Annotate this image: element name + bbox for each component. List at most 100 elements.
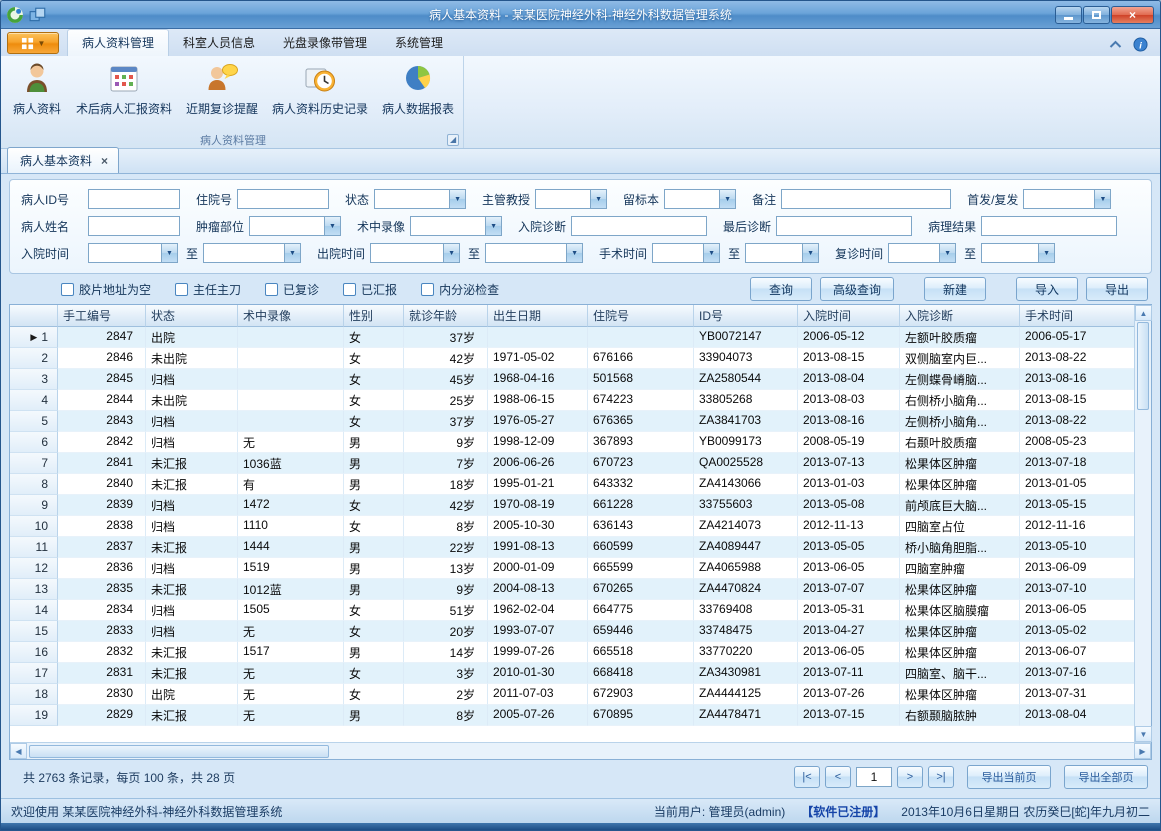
table-row[interactable]: 162832未汇报1517男14岁1999-07-266655183377022… [10, 642, 1134, 663]
table-row[interactable]: 122836归档1519男13岁2000-01-09665599ZA406598… [10, 558, 1134, 579]
final-diagnosis-input[interactable] [776, 216, 912, 236]
revisit-reminder-button[interactable]: 近期复诊提醒 [179, 58, 265, 120]
query-button[interactable]: 查询 [750, 277, 812, 301]
dropdown-arrow-icon[interactable]: ▼ [161, 244, 177, 262]
grid-column-header[interactable]: 就诊年龄 [404, 305, 488, 327]
vertical-scrollbar[interactable]: ▲ ▼ [1134, 305, 1151, 742]
professor-select[interactable]: ▼ [535, 189, 607, 209]
surgery-to-select[interactable]: ▼ [745, 243, 819, 263]
specimen-select[interactable]: ▼ [664, 189, 736, 209]
chief-surgeon-checkbox[interactable]: 主任主刀 [175, 281, 241, 298]
export-button[interactable]: 导出 [1086, 277, 1148, 301]
grid-column-header[interactable]: 入院时间 [798, 305, 900, 327]
dropdown-arrow-icon[interactable]: ▼ [590, 190, 606, 208]
dropdown-arrow-icon[interactable]: ▼ [703, 244, 719, 262]
maximize-button[interactable] [1083, 6, 1110, 24]
revisited-checkbox[interactable]: 已复诊 [265, 281, 319, 298]
table-row[interactable]: 42844未出院女25岁1988-06-15674223338052682013… [10, 390, 1134, 411]
admit-to-select[interactable]: ▼ [203, 243, 301, 263]
dropdown-arrow-icon[interactable]: ▼ [449, 190, 465, 208]
admission-no-input[interactable] [237, 189, 329, 209]
remark-input[interactable] [781, 189, 951, 209]
table-row[interactable]: 182830出院无女2岁2011-07-03672903ZA4444125201… [10, 684, 1134, 705]
admit-from-select[interactable]: ▼ [88, 243, 178, 263]
data-report-button[interactable]: 病人数据报表 [375, 58, 461, 120]
ribbon-tab-4[interactable]: 系统管理 [381, 30, 457, 56]
table-row[interactable]: 92839归档1472女42岁1970-08-19661228337556032… [10, 495, 1134, 516]
dropdown-arrow-icon[interactable]: ▼ [1038, 244, 1054, 262]
pathology-result-input[interactable] [981, 216, 1117, 236]
table-row[interactable]: 72841未汇报1036蓝男7岁2006-06-26670723QA002552… [10, 453, 1134, 474]
horizontal-scrollbar[interactable]: ◀ ▶ [10, 742, 1151, 759]
scroll-left-icon[interactable]: ◀ [10, 743, 27, 759]
next-page-button[interactable]: > [897, 766, 923, 788]
table-row[interactable]: 102838归档1110女8岁2005-10-30636143ZA4214073… [10, 516, 1134, 537]
vertical-scroll-thumb[interactable] [1137, 322, 1149, 410]
app-menu-button[interactable]: ▼ [7, 32, 59, 54]
table-row[interactable]: 62842归档无男9岁1998-12-09367893YB00991732008… [10, 432, 1134, 453]
dropdown-arrow-icon[interactable]: ▼ [1094, 190, 1110, 208]
first-page-button[interactable]: |< [794, 766, 820, 788]
help-icon[interactable]: i [1133, 37, 1148, 52]
tumor-site-select[interactable]: ▼ [249, 216, 341, 236]
export-current-page-button[interactable]: 导出当前页 [967, 765, 1051, 789]
dropdown-arrow-icon[interactable]: ▼ [802, 244, 818, 262]
dialog-launcher-icon[interactable]: ◢ [447, 134, 459, 146]
patient-data-button[interactable]: 病人资料 [5, 58, 69, 120]
ribbon-tab-1[interactable]: 病人资料管理 [67, 29, 169, 56]
first-recurrence-select[interactable]: ▼ [1023, 189, 1111, 209]
new-button[interactable]: 新建 [924, 277, 986, 301]
dropdown-arrow-icon[interactable]: ▼ [719, 190, 735, 208]
table-row[interactable]: ▶12847出院女37岁YB00721472006-05-12左额叶胶质瘤200… [10, 327, 1134, 348]
last-page-button[interactable]: >| [928, 766, 954, 788]
import-button[interactable]: 导入 [1016, 277, 1078, 301]
grid-column-header[interactable]: ID号 [694, 305, 798, 327]
grid-column-header[interactable]: 性别 [344, 305, 404, 327]
dropdown-arrow-icon[interactable]: ▼ [485, 217, 501, 235]
scroll-right-icon[interactable]: ▶ [1134, 743, 1151, 759]
patient-name-input[interactable] [88, 216, 180, 236]
prev-page-button[interactable]: < [825, 766, 851, 788]
export-all-pages-button[interactable]: 导出全部页 [1064, 765, 1148, 789]
film-address-empty-checkbox[interactable]: 胶片地址为空 [61, 281, 151, 298]
advanced-query-button[interactable]: 高级查询 [820, 277, 894, 301]
dropdown-arrow-icon[interactable]: ▼ [939, 244, 955, 262]
admission-diagnosis-input[interactable] [571, 216, 707, 236]
ribbon-tab-3[interactable]: 光盘录像带管理 [269, 30, 381, 56]
table-row[interactable]: 172831未汇报无女3岁2010-01-30668418ZA343098120… [10, 663, 1134, 684]
ribbon-tab-2[interactable]: 科室人员信息 [169, 30, 269, 56]
dropdown-arrow-icon[interactable]: ▼ [324, 217, 340, 235]
discharge-from-select[interactable]: ▼ [370, 243, 460, 263]
close-button[interactable]: × [1111, 6, 1154, 24]
page-number-input[interactable]: 1 [856, 767, 892, 787]
dropdown-arrow-icon[interactable]: ▼ [443, 244, 459, 262]
table-row[interactable]: 132835未汇报1012蓝男9岁2004-08-13670265ZA44708… [10, 579, 1134, 600]
endocrine-exam-checkbox[interactable]: 内分泌检查 [421, 281, 499, 298]
postop-report-button[interactable]: 术后病人汇报资料 [69, 58, 179, 120]
grid-column-header[interactable]: 手术时间 [1020, 305, 1134, 327]
grid-column-header[interactable]: 出生日期 [488, 305, 588, 327]
surgery-from-select[interactable]: ▼ [652, 243, 720, 263]
reported-checkbox[interactable]: 已汇报 [343, 281, 397, 298]
discharge-to-select[interactable]: ▼ [485, 243, 583, 263]
tab-patient-basic-data[interactable]: 病人基本资料 × [7, 147, 119, 173]
table-row[interactable]: 52843归档女37岁1976-05-27676365ZA38417032013… [10, 411, 1134, 432]
table-row[interactable]: 192829未汇报无男8岁2005-07-26670895ZA447847120… [10, 705, 1134, 726]
grid-column-header[interactable]: 手工编号 [58, 305, 146, 327]
patient-id-input[interactable] [88, 189, 180, 209]
table-row[interactable]: 142834归档1505女51岁1962-02-0466477533769408… [10, 600, 1134, 621]
grid-column-header[interactable]: 状态 [146, 305, 238, 327]
revisit-to-select[interactable]: ▼ [981, 243, 1055, 263]
table-row[interactable]: 32845归档女45岁1968-04-16501568ZA25805442013… [10, 369, 1134, 390]
status-select[interactable]: ▼ [374, 189, 466, 209]
dropdown-arrow-icon[interactable]: ▼ [566, 244, 582, 262]
grid-column-header[interactable]: 入院诊断 [900, 305, 1020, 327]
collapse-ribbon-icon[interactable] [1108, 37, 1123, 52]
registration-status[interactable]: 【软件已注册】 [801, 803, 885, 820]
dropdown-arrow-icon[interactable]: ▼ [284, 244, 300, 262]
minimize-button[interactable] [1055, 6, 1082, 24]
revisit-from-select[interactable]: ▼ [888, 243, 956, 263]
scroll-up-icon[interactable]: ▲ [1135, 305, 1152, 321]
table-row[interactable]: 112837未汇报1444男22岁1991-08-13660599ZA40894… [10, 537, 1134, 558]
horizontal-scroll-thumb[interactable] [29, 745, 329, 758]
